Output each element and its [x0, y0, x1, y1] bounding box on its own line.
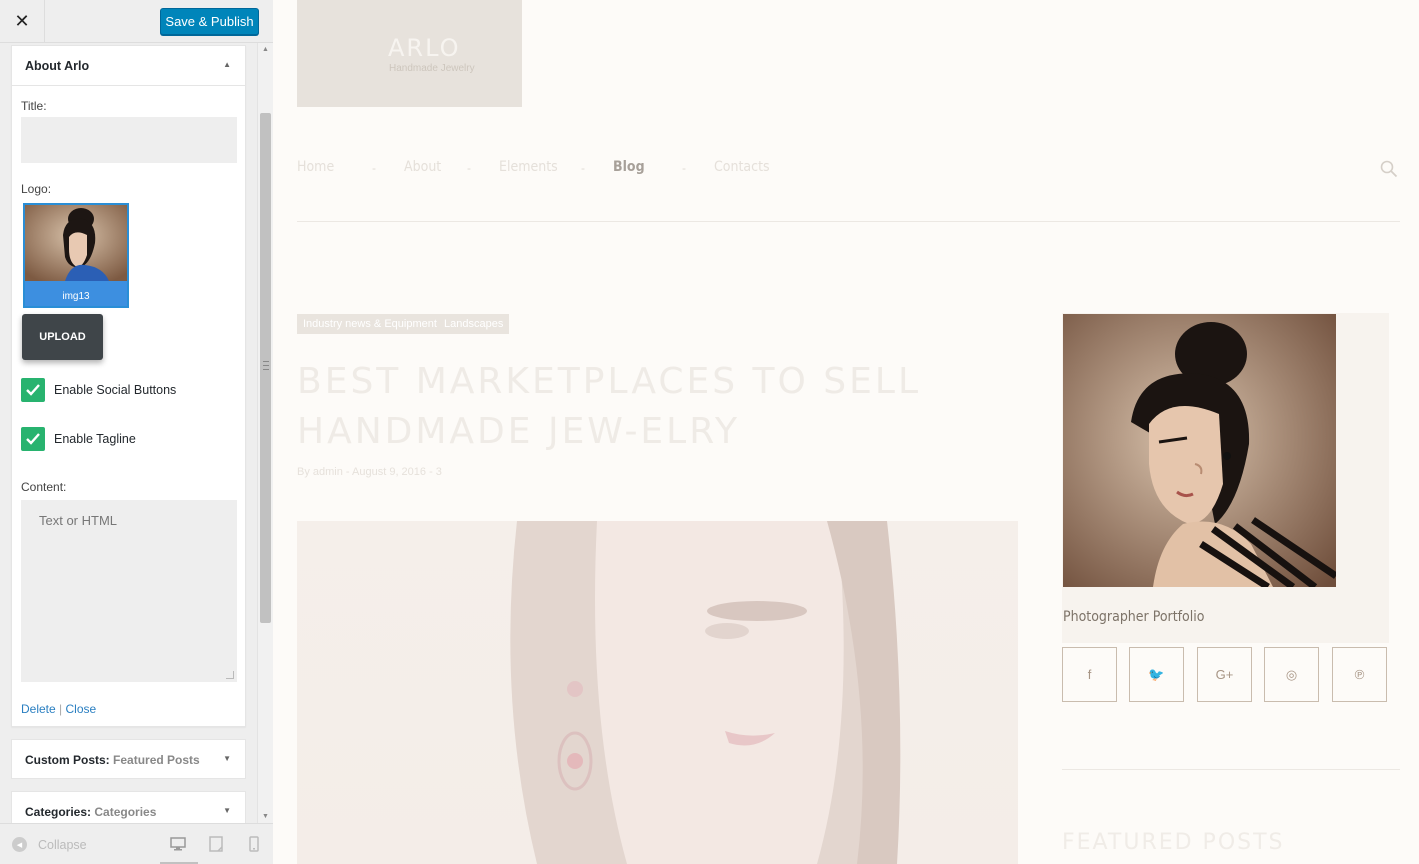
sidebar-divider — [1062, 769, 1400, 770]
site-preview: ARLO Handmade Jewelry Home - About - Ele… — [274, 0, 1419, 864]
close-icon[interactable]: ✕ — [0, 0, 45, 43]
post-meta: By admin - August 9, 2016 - 3 — [297, 466, 442, 478]
post-featured-image[interactable] — [297, 521, 1018, 864]
content-placeholder: Text or HTML — [39, 513, 118, 528]
expand-arrow-icon[interactable]: ▼ — [223, 754, 231, 763]
resize-handle-icon[interactable] — [226, 671, 234, 679]
facebook-icon[interactable]: f — [1062, 647, 1117, 702]
close-link[interactable]: Close — [66, 702, 97, 716]
enable-social-checkbox[interactable]: Enable Social Buttons — [21, 378, 176, 402]
nav-separator: - — [372, 161, 376, 175]
collapse-icon[interactable]: ◀ — [12, 837, 27, 852]
expand-arrow-icon[interactable]: ▼ — [223, 806, 231, 815]
site-tagline: Handmade Jewelry — [389, 63, 475, 74]
search-icon[interactable] — [1380, 160, 1398, 183]
sidebar-scrollbar[interactable]: ▲ ▼ — [257, 43, 273, 823]
nav-item-elements[interactable]: Elements — [499, 159, 558, 175]
scroll-down-icon[interactable]: ▼ — [262, 813, 269, 820]
nav-separator: - — [581, 161, 585, 175]
logo-field-label: Logo: — [21, 182, 52, 196]
post-tag[interactable]: Industry news & Equipment — [297, 314, 443, 334]
desktop-icon[interactable] — [169, 835, 187, 853]
enable-social-label: Enable Social Buttons — [54, 383, 177, 397]
title-field-label: Title: — [21, 99, 47, 113]
content-field-label: Content: — [21, 480, 67, 494]
pinterest-icon[interactable]: ℗ — [1332, 647, 1387, 702]
nav-separator: - — [682, 161, 686, 175]
save-publish-button[interactable]: Save & Publish — [160, 8, 259, 35]
portfolio-caption: Photographer Portfolio — [1063, 609, 1205, 625]
widget-header[interactable]: About Arlo ▲ — [12, 46, 245, 86]
nav-item-blog[interactable]: Blog — [613, 159, 645, 175]
custom-posts-widget[interactable]: Custom Posts: Featured Posts ▼ — [11, 739, 246, 779]
portfolio-image[interactable] — [1063, 314, 1336, 587]
title-input[interactable] — [21, 117, 237, 163]
link-separator: | — [59, 702, 63, 716]
instagram-icon[interactable]: ◎ — [1264, 647, 1319, 702]
nav-separator: - — [467, 161, 471, 175]
collapse-button[interactable]: Collapse — [38, 838, 87, 852]
post-title[interactable]: BEST MARKETPLACES TO SELL HANDMADE JEW-E… — [297, 357, 1017, 457]
site-logo[interactable]: ARLO Handmade Jewelry — [297, 0, 522, 107]
collapse-arrow-icon[interactable]: ▲ — [223, 60, 231, 69]
enable-tagline-checkbox[interactable]: Enable Tagline — [21, 427, 136, 451]
logo-image — [25, 205, 127, 281]
scroll-thumb[interactable] — [260, 113, 271, 623]
widget-title: Categories: Categories — [25, 805, 157, 819]
customizer-sidebar: ✕ Save & Publish About Arlo ▲ Title: Log… — [0, 0, 273, 864]
grip-icon — [263, 361, 269, 370]
main-navigation: Home - About - Elements - Blog - Contact… — [297, 159, 1417, 181]
nav-item-contacts[interactable]: Contacts — [714, 159, 770, 175]
logo-thumbnail[interactable]: img13 — [23, 203, 129, 308]
customizer-header: ✕ Save & Publish — [0, 0, 273, 43]
upload-button[interactable]: UPLOAD — [22, 314, 103, 360]
widget-title: About Arlo — [25, 59, 90, 73]
logo-filename: img13 — [62, 291, 90, 302]
content-textarea[interactable]: Text or HTML — [21, 500, 237, 682]
post-tag[interactable]: Landscapes — [438, 314, 510, 334]
featured-posts-heading: FEATURED POSTS — [1062, 830, 1285, 855]
mobile-icon[interactable] — [245, 835, 263, 853]
scroll-up-icon[interactable]: ▲ — [262, 46, 269, 53]
about-widget: About Arlo ▲ Title: Logo: img13 UPLOAD E… — [11, 45, 246, 727]
site-name: ARLO — [388, 34, 461, 62]
checkmark-icon[interactable] — [21, 427, 45, 451]
customizer-footer: ◀ Collapse — [0, 823, 273, 864]
header-divider — [297, 221, 1400, 222]
google-plus-icon[interactable]: G+ — [1197, 647, 1252, 702]
tablet-icon[interactable] — [207, 835, 225, 853]
categories-widget[interactable]: Categories: Categories ▼ — [11, 791, 246, 823]
enable-tagline-label: Enable Tagline — [54, 432, 136, 446]
widgets-panel: About Arlo ▲ Title: Logo: img13 UPLOAD E… — [0, 43, 273, 823]
about-sidebar-widget: Photographer Portfolio — [1062, 313, 1389, 643]
delete-link[interactable]: Delete — [21, 702, 56, 716]
widget-actions: Delete | Close — [21, 702, 96, 716]
nav-item-home[interactable]: Home — [297, 159, 334, 175]
nav-item-about[interactable]: About — [404, 159, 441, 175]
twitter-icon[interactable]: 🐦 — [1129, 647, 1184, 702]
widget-title: Custom Posts: Featured Posts — [25, 753, 200, 767]
checkmark-icon[interactable] — [21, 378, 45, 402]
